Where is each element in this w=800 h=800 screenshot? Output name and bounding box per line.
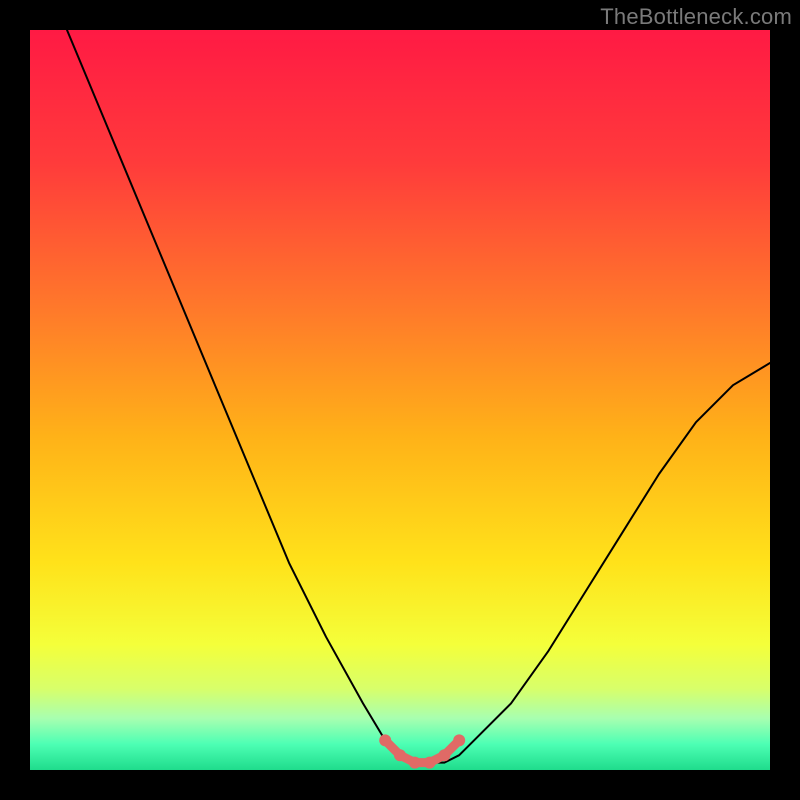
watermark-text: TheBottleneck.com xyxy=(600,4,792,30)
optimal-point xyxy=(424,757,436,769)
optimal-point xyxy=(438,749,450,761)
optimal-point xyxy=(409,757,421,769)
optimal-point xyxy=(379,734,391,746)
optimal-range-markers xyxy=(379,734,465,768)
plot-area xyxy=(30,30,770,770)
bottleneck-curve xyxy=(67,30,770,763)
chart-frame: TheBottleneck.com xyxy=(0,0,800,800)
optimal-point xyxy=(453,734,465,746)
optimal-point xyxy=(394,749,406,761)
curve-layer xyxy=(30,30,770,770)
